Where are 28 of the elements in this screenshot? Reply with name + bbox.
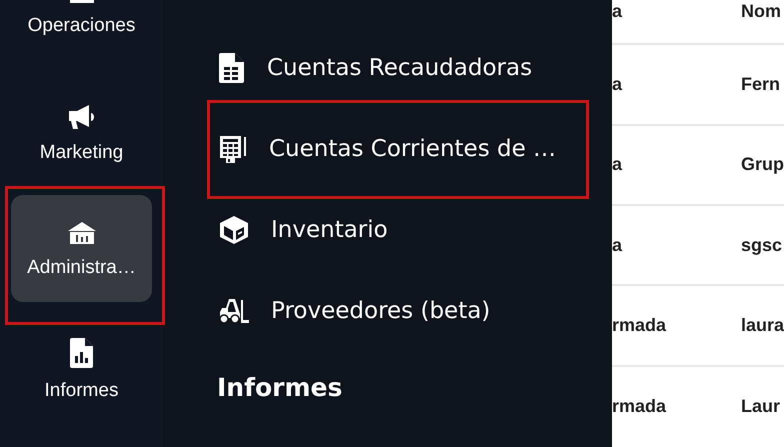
report-icon — [70, 338, 94, 368]
calculator-icon — [219, 134, 247, 164]
section-heading: Informes — [217, 373, 344, 402]
nav-item[interactable]: Operaciones — [11, 0, 152, 68]
table-cell-text: a — [612, 154, 624, 176]
table-cell-text: rmada — [612, 396, 668, 418]
menu-item[interactable]: Proveedores (beta) — [271, 298, 490, 324]
box-icon — [219, 214, 249, 244]
table-cell: laura — [741, 315, 784, 336]
column-header: Nom — [741, 1, 782, 22]
table-cell-text: sgsc — [741, 234, 784, 256]
nav-item[interactable]: Informes — [11, 312, 152, 419]
bank-icon — [66, 221, 96, 245]
column-header: a — [612, 1, 624, 22]
table-cell-text: a — [612, 74, 624, 95]
nav-item[interactable]: Marketing — [11, 78, 152, 185]
spreadsheet-icon — [219, 52, 245, 82]
menu-item[interactable]: Cuentas Corrientes de … — [269, 136, 556, 162]
menu-item[interactable]: Cuentas Recaudadoras — [267, 54, 532, 80]
table-cell-text: Fern — [741, 74, 782, 95]
megaphone-icon — [66, 104, 96, 130]
table-cell-text: Laur — [741, 396, 782, 418]
table-cell-text: a — [612, 234, 624, 256]
forklift-icon — [219, 298, 249, 324]
table-cell: Grup — [741, 154, 784, 176]
menu-item[interactable]: Inventario — [271, 216, 388, 242]
table-cell-text: rmada — [612, 315, 668, 336]
nav-item[interactable]: Administra… — [11, 195, 152, 302]
